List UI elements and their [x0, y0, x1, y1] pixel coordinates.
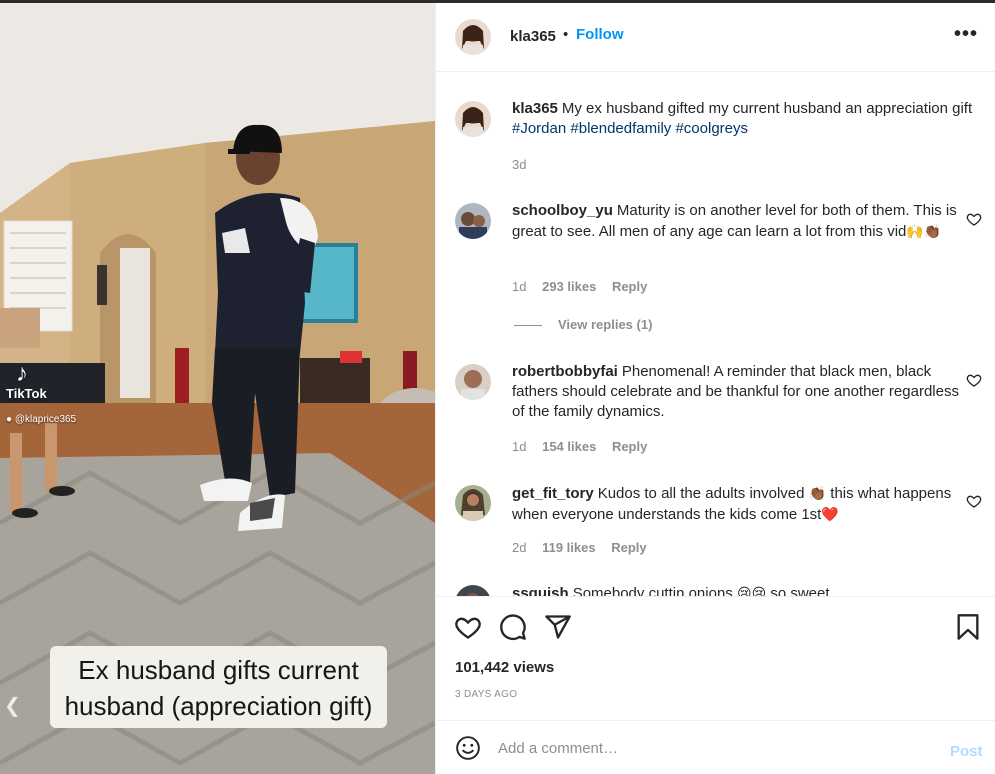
more-options-icon[interactable]: ••• [954, 23, 978, 46]
tiktok-note-icon: ♪ [16, 360, 28, 387]
comment-time: 2d [512, 540, 527, 555]
comment-input[interactable] [498, 736, 928, 760]
comment-meta: 1d 154 likes Reply [512, 439, 659, 454]
comment-text: ssquish Somebody cuttin onions 😢😢 so swee… [512, 583, 974, 596]
comment-body: Somebody cuttin onions [572, 585, 733, 596]
heart-icon[interactable] [966, 211, 982, 227]
crying-emoji: 😢😢 [736, 585, 767, 596]
tiktok-label: TikTok [6, 386, 47, 401]
comment-text: robertbobbyfai Phenomenal! A reminder tha… [512, 362, 974, 422]
reply-button[interactable]: Reply [612, 439, 647, 454]
author-username[interactable]: kla365 [510, 28, 556, 45]
post-video[interactable]: ♪ TikTok ● @klaprice365 Ex husband gifts… [0, 3, 435, 774]
author-avatar[interactable] [455, 19, 491, 55]
author-avatar[interactable] [455, 101, 491, 137]
heart-emoji: ❤️ [821, 506, 839, 522]
hashtag-link[interactable]: #blendedfamily [570, 120, 671, 137]
add-comment-bar: Post [436, 720, 995, 774]
caption-time: 3d [512, 157, 527, 172]
comment-likes[interactable]: 293 likes [542, 279, 596, 294]
commenter-avatar[interactable] [455, 585, 491, 596]
comment-likes[interactable]: 119 likes [542, 540, 596, 555]
comment-username[interactable]: ssquish [512, 585, 569, 596]
caption-username[interactable]: kla365 [512, 100, 558, 117]
comment-time: 1d [512, 439, 527, 454]
person-icon: ● [6, 414, 13, 425]
comments-list[interactable]: kla365 My ex husband gifted my current hu… [436, 73, 995, 596]
caption-text: kla365 My ex husband gifted my current hu… [512, 99, 974, 139]
share-icon[interactable] [544, 613, 572, 641]
hashtag-link[interactable]: #Jordan [512, 120, 566, 137]
clap-emoji: 👏🏾 [808, 485, 827, 501]
comment-username[interactable]: get_fit_tory [512, 485, 594, 502]
heart-icon[interactable] [966, 493, 982, 509]
view-replies-button[interactable]: View replies (1) [514, 317, 652, 332]
reply-button[interactable]: Reply [611, 540, 646, 555]
comment-likes[interactable]: 154 likes [542, 439, 596, 454]
post-date[interactable]: 3 DAYS AGO [455, 689, 517, 700]
view-count[interactable]: 101,442 views [455, 659, 554, 676]
comment-text: get_fit_tory Kudos to all the adults invo… [512, 483, 974, 525]
comment-text: schoolboy_yu Maturity is on another level… [512, 201, 974, 242]
video-caption: Ex husband gifts current husband (apprec… [50, 646, 387, 728]
post-header: kla365 • Follow ••• [436, 3, 995, 72]
reply-button[interactable]: Reply [612, 279, 647, 294]
clap-emoji: 🙌👏🏾 [906, 223, 942, 239]
caption-meta: 3d [512, 157, 538, 172]
hashtag-link[interactable]: #coolgreys [675, 120, 748, 137]
comment-username[interactable]: schoolboy_yu [512, 202, 613, 219]
comment-username[interactable]: robertbobbyfai [512, 363, 618, 380]
follow-button[interactable]: Follow [576, 26, 624, 43]
commenter-avatar[interactable] [455, 203, 491, 239]
tiktok-handle: ● @klaprice365 [6, 414, 77, 425]
comment-body: Kudos to all the adults involved [597, 485, 805, 502]
comment-time: 1d [512, 279, 527, 294]
heart-icon[interactable] [454, 613, 482, 641]
comment-body-continued: so sweet [770, 585, 830, 596]
chevron-left-icon[interactable]: ❮ [4, 693, 21, 718]
caption-body: My ex husband gifted my current husband … [561, 100, 973, 117]
post-panel: kla365 • Follow ••• kla365 My ex husband … [435, 3, 995, 774]
replies-divider [514, 325, 542, 327]
comment-meta: 1d 293 likes Reply [512, 279, 659, 294]
emoji-picker-icon[interactable] [455, 735, 481, 761]
tiktok-watermark: ♪ TikTok [6, 361, 47, 401]
heart-icon[interactable] [966, 372, 982, 388]
post-actions: 101,442 views 3 DAYS AGO [436, 596, 995, 720]
post-comment-button[interactable]: Post [950, 743, 983, 760]
commenter-avatar[interactable] [455, 485, 491, 521]
comment-icon[interactable] [499, 613, 527, 641]
comment-meta: 2d 119 likes Reply [512, 540, 659, 555]
commenter-avatar[interactable] [455, 364, 491, 400]
separator-dot: • [563, 26, 569, 43]
bookmark-icon[interactable] [954, 613, 982, 641]
